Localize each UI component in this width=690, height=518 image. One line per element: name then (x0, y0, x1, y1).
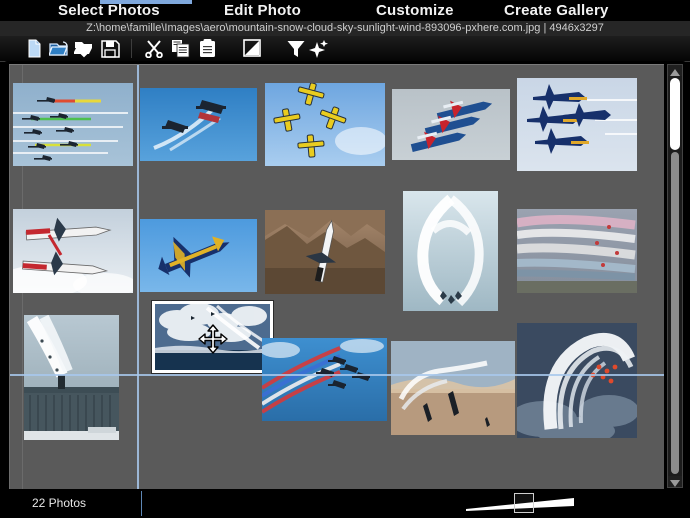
menu-bar: Select Photos Edit Photo Customize Creat… (0, 0, 690, 21)
application-window: Select Photos Edit Photo Customize Creat… (0, 0, 690, 518)
photo-thumbnail[interactable] (517, 78, 637, 171)
menu-item-select-photos[interactable]: Select Photos (58, 2, 160, 19)
thumbnail-size-slider[interactable] (466, 492, 586, 514)
photo-thumbnail[interactable] (262, 338, 387, 421)
vertical-guide-line (137, 65, 139, 489)
path-bar: Z:\home\famille\Images\aero\mountain-sno… (0, 21, 690, 37)
scrollbar-up-arrow[interactable] (668, 65, 682, 76)
photo-thumbnail[interactable] (265, 210, 385, 294)
photo-count-label: 22 Photos (32, 496, 87, 510)
open-folder-icon[interactable] (48, 39, 69, 58)
import-folder-icon[interactable] (73, 39, 94, 58)
photo-thumbnail[interactable] (13, 83, 133, 166)
menu-item-create-gallery[interactable]: Create Gallery (504, 2, 609, 19)
photo-thumbnail[interactable] (517, 323, 637, 438)
toolbar-separator-1 (131, 39, 132, 58)
toolbar (0, 36, 690, 62)
current-file-path: Z:\home\famille\Images\aero\mountain-sno… (86, 22, 604, 34)
cut-scissors-icon[interactable] (144, 39, 164, 59)
scrollbar-track[interactable] (671, 152, 679, 474)
status-divider (141, 491, 142, 516)
photo-thumbnail-selected[interactable] (152, 301, 273, 373)
contrast-icon[interactable] (242, 39, 262, 58)
photo-thumbnail[interactable] (403, 191, 498, 311)
photo-thumbnail[interactable] (24, 315, 119, 440)
save-floppy-icon[interactable] (100, 39, 120, 58)
scrollbar-down-arrow[interactable] (668, 476, 682, 487)
photo-thumbnail[interactable] (13, 209, 133, 293)
paste-clipboard-icon[interactable] (198, 39, 218, 58)
menu-item-edit-photo[interactable]: Edit Photo (224, 2, 301, 19)
photo-thumbnail[interactable] (392, 89, 510, 160)
magic-star-icon[interactable] (309, 39, 329, 58)
photo-thumbnail[interactable] (517, 209, 637, 293)
scrollbar-thumb[interactable] (670, 78, 680, 150)
photo-thumbnail[interactable] (391, 341, 515, 435)
slider-handle[interactable] (514, 493, 534, 513)
photo-thumbnail[interactable] (140, 88, 257, 161)
vertical-scrollbar[interactable] (667, 64, 683, 488)
photo-thumbnail[interactable] (265, 83, 385, 166)
menu-item-customize[interactable]: Customize (376, 2, 454, 19)
new-file-icon[interactable] (24, 39, 44, 58)
horizontal-guide-line (9, 374, 664, 376)
copy-icon[interactable] (171, 39, 191, 58)
filter-funnel-icon[interactable] (286, 39, 306, 58)
photo-grid-panel (4, 61, 686, 491)
photo-grid[interactable] (9, 64, 664, 489)
photo-thumbnail[interactable] (140, 219, 257, 292)
